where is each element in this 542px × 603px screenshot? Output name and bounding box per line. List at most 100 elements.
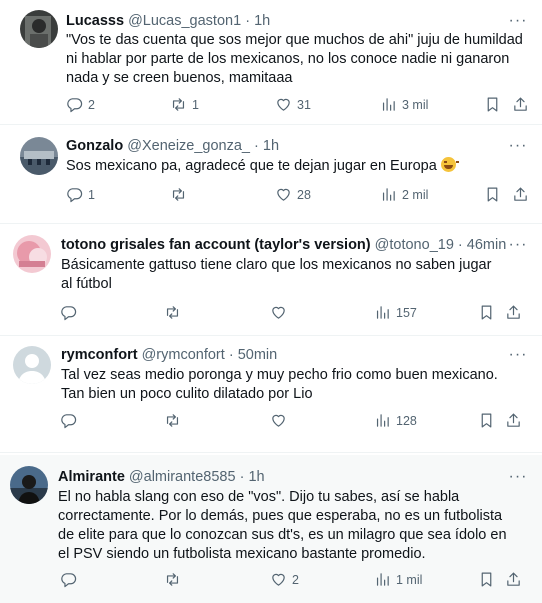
retweet-icon (166, 414, 179, 427)
bookmark-button[interactable] (484, 96, 501, 113)
tweet-text: Tal vez seas medio poronga y muy pecho f… (61, 367, 498, 402)
retweet-button[interactable] (170, 186, 192, 203)
action-bar: 2 1 31 3 mil (0, 96, 542, 116)
tweet-text: Básicamente gattuso tiene claro que los … (61, 257, 492, 292)
views-icon (376, 414, 389, 427)
avatar[interactable] (13, 235, 51, 273)
bookmark-icon (481, 305, 492, 320)
bookmark-icon (481, 572, 492, 587)
tweet-text: "Vos te das cuenta que sos mejor que muc… (66, 32, 523, 86)
retweet-icon (172, 98, 185, 111)
author-name[interactable]: Lucasss (66, 13, 124, 29)
reply-icon (67, 98, 83, 113)
separator-dot: · (239, 469, 245, 485)
share-icon (514, 97, 527, 111)
separator-dot: · (254, 138, 259, 154)
author-handle[interactable]: @Xeneize_gonza_ (127, 138, 250, 154)
more-icon[interactable]: ··· (508, 347, 528, 368)
views-icon (376, 306, 389, 319)
bookmark-icon (487, 97, 498, 112)
heart-icon (277, 98, 290, 111)
avatar[interactable] (13, 346, 51, 384)
bookmark-button[interactable] (478, 412, 495, 429)
tweet-header: totono grisales fan account (taylor's ve… (61, 236, 506, 254)
view-count: 1 mil (396, 572, 423, 587)
bookmark-button[interactable] (478, 571, 495, 588)
reply-tweet[interactable]: Gonzalo @Xeneize_gonza_ · 1h ··· Sos mex… (0, 125, 542, 224)
heart-icon (272, 306, 285, 319)
retweet-icon (166, 306, 179, 319)
author-handle[interactable]: @rymconfort (142, 347, 225, 363)
reply-tweet[interactable]: totono grisales fan account (taylor's ve… (0, 224, 542, 336)
retweet-button[interactable] (164, 412, 181, 429)
like-count: 2 (292, 572, 299, 587)
views-button[interactable]: 2 mil (380, 186, 428, 203)
like-count: 31 (297, 97, 311, 112)
reply-button[interactable]: 1 (66, 186, 95, 203)
timestamp[interactable]: 50min (238, 347, 278, 363)
tweet-header: Almirante @almirante8585 · 1h (58, 468, 265, 486)
views-icon (382, 98, 395, 111)
reply-icon (61, 306, 77, 321)
retweet-icon (172, 188, 185, 201)
views-icon (376, 573, 389, 586)
share-icon (514, 187, 527, 201)
like-button[interactable] (270, 412, 287, 429)
timestamp[interactable]: 1h (248, 469, 264, 485)
reply-button[interactable] (60, 304, 77, 321)
avatar[interactable] (20, 10, 58, 48)
share-button[interactable] (505, 412, 522, 429)
share-button[interactable] (512, 96, 529, 113)
avatar[interactable] (10, 466, 48, 504)
heart-icon (272, 414, 285, 427)
separator-dot: · (457, 237, 463, 253)
reply-icon (67, 188, 83, 203)
author-handle[interactable]: @almirante8585 (129, 469, 236, 485)
reply-button[interactable] (60, 571, 77, 588)
heart-icon (272, 573, 285, 586)
reply-icon (61, 414, 77, 429)
avatar[interactable] (20, 137, 58, 175)
like-button[interactable]: 31 (275, 96, 311, 113)
action-bar: 1 28 2 mil (0, 186, 542, 206)
heart-icon (277, 188, 290, 201)
like-button[interactable]: 2 (270, 571, 299, 588)
views-button[interactable]: 1 mil (374, 571, 422, 588)
author-name[interactable]: Gonzalo (66, 138, 123, 154)
reply-tweet[interactable]: Lucasss @Lucas_gaston1 · 1h ··· "Vos te … (0, 0, 542, 125)
bookmark-icon (487, 187, 498, 202)
bookmark-button[interactable] (484, 186, 501, 203)
more-icon[interactable]: ··· (508, 237, 528, 258)
like-button[interactable]: 28 (275, 186, 311, 203)
views-button[interactable]: 128 (374, 412, 417, 429)
author-handle[interactable]: @Lucas_gaston1 (128, 13, 241, 29)
share-icon (507, 413, 520, 427)
bookmark-button[interactable] (478, 304, 495, 321)
views-button[interactable]: 157 (374, 304, 417, 321)
author-name[interactable]: rymconfort (61, 347, 138, 363)
reply-tweet[interactable]: rymconfort @rymconfort · 50min ··· Tal v… (0, 336, 542, 453)
retweet-button[interactable] (164, 304, 181, 321)
timestamp[interactable]: 1h (263, 138, 279, 154)
laughing-face-emoji-icon (440, 157, 459, 172)
retweet-button[interactable]: 1 (170, 96, 199, 113)
author-name[interactable]: Almirante (58, 469, 125, 485)
timestamp[interactable]: 1h (254, 13, 270, 29)
retweet-button[interactable] (164, 571, 181, 588)
views-button[interactable]: 3 mil (380, 96, 428, 113)
reply-count: 1 (88, 187, 95, 202)
share-button[interactable] (512, 186, 529, 203)
timestamp[interactable]: 46min (467, 237, 507, 253)
like-button[interactable] (270, 304, 287, 321)
reply-button[interactable] (60, 412, 77, 429)
action-bar: 128 (0, 412, 542, 432)
reply-button[interactable]: 2 (66, 96, 95, 113)
tweet-header: rymconfort @rymconfort · 50min (61, 346, 277, 364)
author-name[interactable]: totono grisales fan account (taylor's ve… (61, 237, 371, 253)
view-count: 3 mil (402, 97, 429, 112)
author-handle[interactable]: @totono_19 (375, 237, 454, 253)
share-button[interactable] (505, 304, 522, 321)
reply-tweet[interactable]: Almirante @almirante8585 · 1h ··· El no … (0, 455, 542, 603)
tweet-header: Gonzalo @Xeneize_gonza_ · 1h (66, 137, 279, 155)
share-button[interactable] (505, 571, 522, 588)
